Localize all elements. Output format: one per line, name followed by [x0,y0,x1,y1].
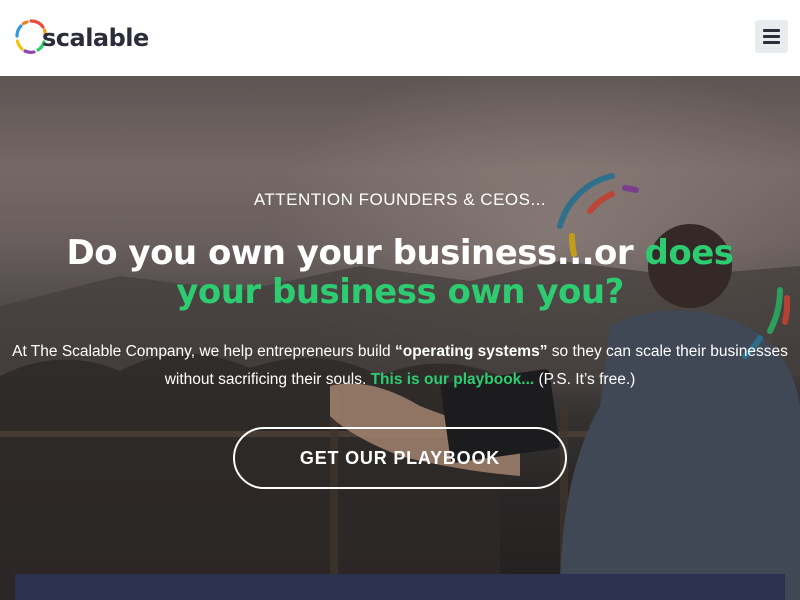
hamburger-menu-icon [763,35,780,38]
hero-headline: Do you own your business...or does your b… [20,234,780,312]
get-playbook-button[interactable]: GET OUR PLAYBOOK [233,427,567,489]
hamburger-menu-icon [763,29,780,32]
hero-section: ATTENTION FOUNDERS & CEOS... Do you own … [0,76,800,600]
bottom-panel [15,574,785,600]
body-bold-text: “operating systems” [395,343,548,360]
menu-button[interactable] [755,20,788,53]
playbook-link[interactable]: This is our playbook... [371,371,535,388]
body-text: At The Scalable Company, we help entrepr… [12,343,395,360]
logo-text: scalable [42,24,149,52]
body-text: (P.S. It’s free.) [534,371,636,388]
headline-highlight: your business own you? [176,272,624,312]
hamburger-menu-icon [763,41,780,44]
headline-highlight: does [644,233,735,273]
site-header: scalable [0,0,800,76]
logo[interactable]: scalable [14,17,149,57]
headline-text: Do you own your business...or [66,233,645,273]
hero-body-copy: At The Scalable Company, we help entrepr… [6,338,794,394]
hero-eyebrow: ATTENTION FOUNDERS & CEOS... [253,190,547,209]
